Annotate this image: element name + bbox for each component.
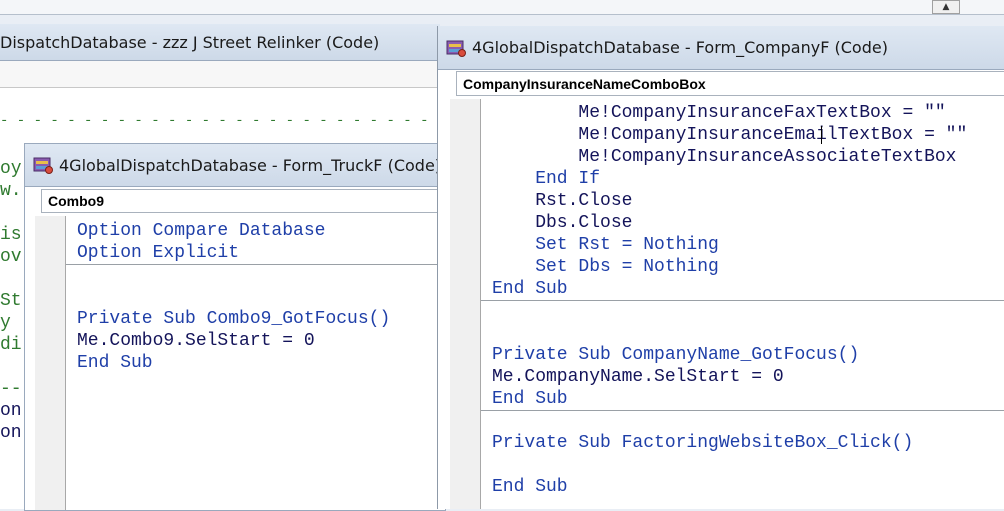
truckf-object-combo[interactable]: Combo9 <box>41 189 451 213</box>
code-line: Option Explicit <box>77 243 240 263</box>
code-line: Rst.Close <box>492 191 633 211</box>
relinker-combo-area <box>0 61 440 88</box>
access-form-icon <box>33 155 53 175</box>
code-line: End If <box>492 169 601 189</box>
top-scroll-arrow[interactable]: ▲ <box>932 0 960 14</box>
access-form-icon <box>446 38 466 58</box>
code-line: Dbs.Close <box>492 213 633 233</box>
relinker-fragment: di <box>0 335 22 355</box>
companyf-margin-gutter <box>450 99 481 509</box>
procedure-separator <box>481 300 1004 301</box>
relinker-fragment: w. <box>0 181 22 201</box>
relinker-fragment: ov <box>0 247 22 267</box>
relinker-fragment: St <box>0 291 22 311</box>
relinker-fragment: on <box>0 401 22 421</box>
procedure-separator <box>66 264 445 265</box>
relinker-fragment: y <box>0 313 11 333</box>
code-line: Private Sub Combo9_GotFocus() <box>77 309 391 329</box>
code-line: Me!CompanyInsuranceAssociateTextBox <box>492 147 957 167</box>
code-line: Option Compare Database <box>77 221 326 241</box>
companyf-code-area[interactable]: Me!CompanyInsuranceFaxTextBox = "" Me!Co… <box>481 99 1004 509</box>
companyf-object-combo[interactable]: CompanyInsuranceNameComboBox <box>456 71 1004 96</box>
relinker-fragment: is <box>0 225 22 245</box>
code-line: Private Sub CompanyName_GotFocus() <box>492 345 860 365</box>
relinker-fragment: -- <box>0 379 22 399</box>
code-line: Set Rst = Nothing <box>492 235 719 255</box>
code-line: Set Dbs = Nothing <box>492 257 719 277</box>
truckf-margin-gutter <box>35 216 66 510</box>
companyf-title: 4GlobalDispatchDatabase - Form_CompanyF … <box>472 38 888 57</box>
text-cursor <box>821 126 822 144</box>
relinker-fragment: oy <box>0 159 22 179</box>
code-line: End Sub <box>77 353 153 373</box>
top-window-strip <box>0 0 1004 15</box>
procedure-separator <box>481 410 1004 411</box>
code-line: Me!CompanyInsuranceEmailTextBox = "" <box>492 125 968 145</box>
truckf-window: 4GlobalDispatchDatabase - Form_TruckF (C… <box>24 143 451 511</box>
code-line: Private Sub FactoringWebsiteBox_Click() <box>492 433 914 453</box>
relinker-title: DispatchDatabase - zzz J Street Relinker… <box>0 32 380 52</box>
truckf-title: 4GlobalDispatchDatabase - Form_TruckF (C… <box>59 155 442 175</box>
truckf-titlebar[interactable]: 4GlobalDispatchDatabase - Form_TruckF (C… <box>25 144 445 187</box>
relinker-titlebar[interactable]: DispatchDatabase - zzz J Street Relinker… <box>0 24 440 61</box>
code-line: End Sub <box>492 477 568 497</box>
code-line: Me.CompanyName.SelStart = 0 <box>492 367 784 387</box>
code-line: Me.Combo9.SelStart = 0 <box>77 331 315 351</box>
companyf-window: 4GlobalDispatchDatabase - Form_CompanyF … <box>437 26 1004 509</box>
companyf-titlebar[interactable]: 4GlobalDispatchDatabase - Form_CompanyF … <box>438 26 1004 70</box>
code-line: End Sub <box>492 279 568 299</box>
relinker-fragment: on <box>0 423 22 443</box>
truckf-code-area[interactable]: Option Compare Database Option Explicit … <box>66 216 445 510</box>
code-line: Me!CompanyInsuranceFaxTextBox = "" <box>492 103 946 123</box>
code-line: End Sub <box>492 389 568 409</box>
